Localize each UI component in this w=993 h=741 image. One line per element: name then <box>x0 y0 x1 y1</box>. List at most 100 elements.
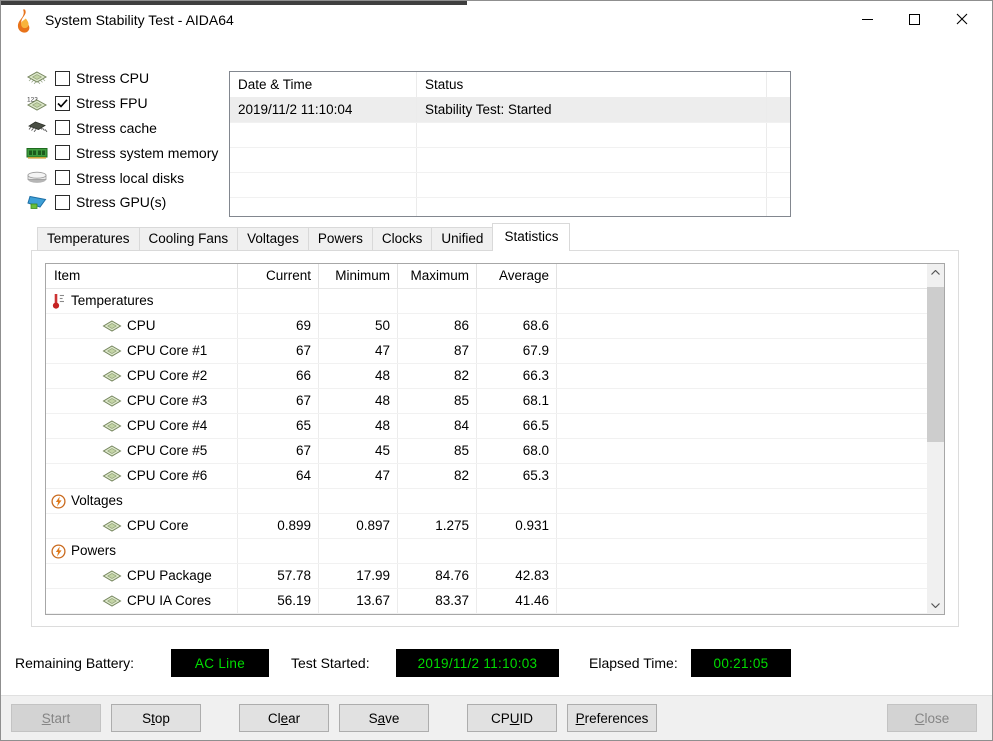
stats-item-label: CPU IA Cores <box>127 593 212 608</box>
stats-cell-minimum: 45 <box>319 439 398 463</box>
stats-item-row[interactable]: CPU Package 57.78 17.99 84.76 42.83 <box>46 564 927 589</box>
close-icon <box>956 13 968 25</box>
start-button[interactable]: Start <box>11 704 101 732</box>
stats-cell-minimum: 47 <box>319 464 398 488</box>
stress-option-label[interactable]: Stress local disks <box>76 170 184 186</box>
checkbox-stress-cache[interactable] <box>55 120 70 136</box>
stats-item-row[interactable]: CPU Core #6 64 47 82 65.3 <box>46 464 927 489</box>
stats-item-label: CPU <box>127 318 156 333</box>
stats-cell-maximum: 87 <box>398 339 477 363</box>
scrollbar-down-button[interactable] <box>927 597 944 614</box>
stats-cell-current: 56.19 <box>238 589 319 613</box>
stats-column-maximum[interactable]: Maximum <box>398 264 477 288</box>
scrollbar-thumb[interactable] <box>927 287 944 442</box>
maximize-button[interactable] <box>891 2 938 36</box>
stats-column-item[interactable]: Item <box>46 264 238 288</box>
checkbox-stress-gpu-s[interactable] <box>55 194 70 210</box>
tab-bar: Temperatures Cooling Fans Voltages Powers Cl… <box>37 223 571 251</box>
stats-cell-minimum: 50 <box>319 314 398 338</box>
save-button[interactable]: Save <box>339 704 429 732</box>
stats-column-average[interactable]: Average <box>477 264 557 288</box>
stats-item-label: CPU Core #3 <box>127 393 208 408</box>
stats-cell-maximum: 84 <box>398 414 477 438</box>
stats-cell-item: CPU Core #2 <box>46 364 238 388</box>
tab-powers[interactable]: Powers <box>307 227 373 251</box>
stats-item-row[interactable]: CPU 69 50 86 68.6 <box>46 314 927 339</box>
close-window-button[interactable] <box>938 2 985 36</box>
stress-option-label[interactable]: Stress cache <box>76 120 157 136</box>
stats-cell-current <box>238 489 319 513</box>
chip-icon <box>102 320 122 332</box>
checkbox-stress-cpu[interactable] <box>55 70 70 86</box>
stress-option-label[interactable]: Stress FPU <box>76 95 148 111</box>
stats-cell-average <box>477 289 557 313</box>
stats-cell-item: CPU Core #6 <box>46 464 238 488</box>
tab-clocks[interactable]: Clocks <box>371 227 433 251</box>
tab-cooling-fans[interactable]: Cooling Fans <box>138 227 239 251</box>
chip-icon <box>102 470 122 482</box>
chip-icon <box>102 370 122 382</box>
stats-item-row[interactable]: CPU Core #4 65 48 84 66.5 <box>46 414 927 439</box>
stats-cell-minimum: 13.67 <box>319 589 398 613</box>
stats-cell-average <box>477 489 557 513</box>
stats-item-row[interactable]: CPU Core #3 67 48 85 68.1 <box>46 389 927 414</box>
log-empty-row <box>230 198 790 216</box>
vertical-scrollbar[interactable] <box>927 264 944 614</box>
log-column-date-time[interactable]: Date & Time <box>230 72 417 97</box>
stats-cell-average: 42.83 <box>477 564 557 588</box>
stats-item-row[interactable]: CPU Core 0.899 0.897 1.275 0.931 <box>46 514 927 539</box>
stress-option-label[interactable]: Stress system memory <box>76 145 218 161</box>
stats-item-row[interactable]: CPU Core #1 67 47 87 67.9 <box>46 339 927 364</box>
cpuid-button[interactable]: CPUID <box>467 704 557 732</box>
chevron-up-icon <box>931 270 940 275</box>
tab-unified[interactable]: Unified <box>431 227 494 251</box>
checkbox-stress-local-disks[interactable] <box>55 170 70 186</box>
stats-cell-item: Voltages <box>46 489 238 513</box>
chip-icon <box>102 395 122 407</box>
stats-cell-current <box>238 289 319 313</box>
minimize-button[interactable] <box>844 2 891 36</box>
log-column-status[interactable]: Status <box>417 72 767 97</box>
screen-artifact-top <box>1 1 467 5</box>
stats-cell-minimum: 48 <box>319 414 398 438</box>
stats-item-row[interactable]: CPU IA Cores 56.19 13.67 83.37 41.46 <box>46 589 927 614</box>
stats-cell-minimum: 17.99 <box>319 564 398 588</box>
checkbox-stress-system-memory[interactable] <box>55 145 70 161</box>
status-bar: Remaining Battery: AC Line Test Started: 20… <box>1 649 992 677</box>
stats-item-row[interactable]: CPU Core #2 66 48 82 66.3 <box>46 364 927 389</box>
fpu-chip-icon: 123 <box>25 95 49 112</box>
stats-column-current[interactable]: Current <box>238 264 319 288</box>
tab-temperatures[interactable]: Temperatures <box>37 227 140 251</box>
scrollbar-up-button[interactable] <box>927 264 944 281</box>
event-log-table: Date & Time Status 2019/11/2 11:10:04 Sta… <box>229 71 791 217</box>
stats-cell-minimum <box>319 539 398 563</box>
log-row[interactable]: 2019/11/2 11:10:04 Stability Test: Starte… <box>230 98 790 123</box>
stats-cell-maximum: 85 <box>398 389 477 413</box>
stress-option-stress-fpu: 123 Stress FPU <box>25 91 218 116</box>
log-cell-filler <box>767 98 790 122</box>
maximize-icon <box>909 13 920 25</box>
stats-cell-item: CPU Core #1 <box>46 339 238 363</box>
checkbox-stress-fpu[interactable] <box>55 95 70 111</box>
tab-statistics[interactable]: Statistics <box>492 223 571 251</box>
stats-cell-maximum: 85 <box>398 439 477 463</box>
stats-cell-current: 66 <box>238 364 319 388</box>
preferences-button[interactable]: Preferences <box>567 704 657 732</box>
stats-group-row[interactable]: Voltages <box>46 489 927 514</box>
stats-column-minimum[interactable]: Minimum <box>319 264 398 288</box>
stress-options-panel: Stress CPU 123 Stress FPU Stress cache Stres… <box>25 66 218 215</box>
stats-cell-maximum: 84.76 <box>398 564 477 588</box>
stats-item-label: CPU Core #5 <box>127 443 208 458</box>
stats-group-row[interactable]: Powers <box>46 539 927 564</box>
stats-item-row[interactable]: CPU Core #5 67 45 85 68.0 <box>46 439 927 464</box>
log-cell-status: Stability Test: Started <box>417 98 767 122</box>
stress-option-label[interactable]: Stress GPU(s) <box>76 194 166 210</box>
gpu-icon <box>25 195 49 210</box>
clear-button[interactable]: Clear <box>239 704 329 732</box>
stats-group-row[interactable]: Temperatures <box>46 289 927 314</box>
stop-button[interactable]: Stop <box>111 704 201 732</box>
event-log-header: Date & Time Status <box>230 72 790 98</box>
close-button[interactable]: Close <box>887 704 977 732</box>
stress-option-label[interactable]: Stress CPU <box>76 70 149 86</box>
tab-voltages[interactable]: Voltages <box>237 227 309 251</box>
